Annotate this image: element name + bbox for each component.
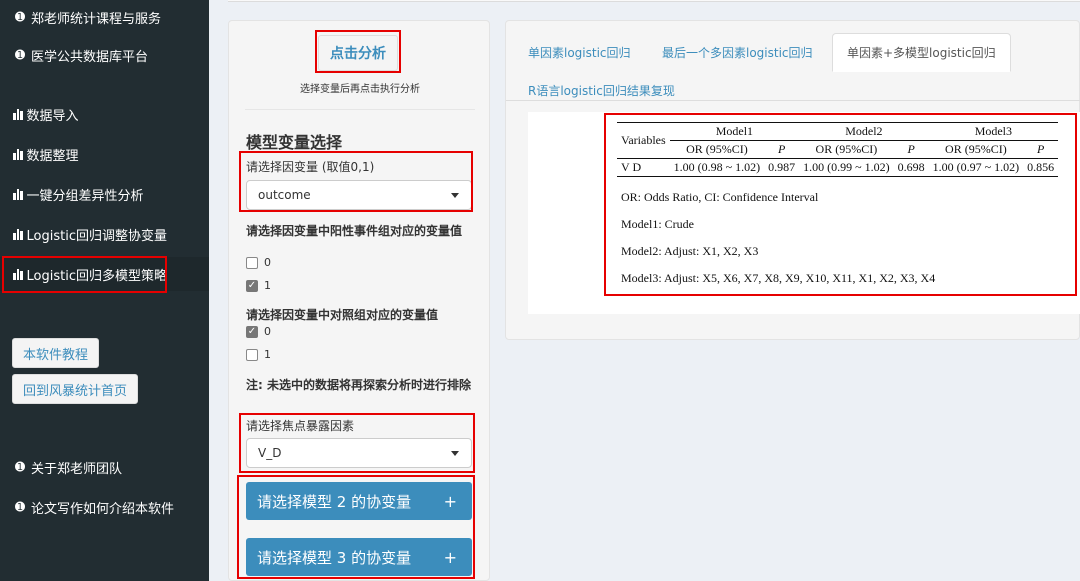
caret-down-icon [451, 451, 459, 456]
positive-option-0[interactable]: 0 [246, 256, 271, 269]
tab-last-multivariate[interactable]: 最后一个多因素logistic回归 [662, 44, 813, 61]
tutorial-button[interactable]: 本软件教程 [12, 338, 100, 368]
or-cell: 1.00 (0.97 ~ 1.02) [928, 158, 1024, 177]
sidebar-item-label: 数据整理 [26, 148, 79, 164]
sidebar-item-data-import[interactable]: 数据导入 [0, 97, 209, 131]
exposure-select[interactable]: V_D [246, 438, 472, 468]
sidebar-item-logistic-adjust[interactable]: Logistic回归调整协变量 [0, 217, 209, 251]
outcome-label: 请选择因变量 (取值0,1) [246, 160, 375, 174]
positive-option-1[interactable]: ✓ 1 [246, 279, 271, 292]
checkbox-checked[interactable]: ✓ [246, 279, 258, 292]
option-label: 0 [264, 325, 271, 338]
circle-info-icon: ➊ [14, 48, 26, 62]
option-label: 1 [264, 279, 271, 292]
checkbox[interactable] [246, 256, 258, 269]
p-header: P [1023, 140, 1059, 159]
sidebar-item-label: 医学公共数据库平台 [31, 49, 149, 65]
circle-info-icon: ➊ [14, 10, 26, 24]
section-title: 模型变量选择 [246, 133, 343, 152]
variable-panel: 点击分析 选择变量后再点击执行分析 模型变量选择 请选择因变量 (取值0,1) … [228, 20, 490, 581]
exposure-value: V_D [258, 446, 282, 460]
variable-cell: V D [617, 158, 670, 177]
p-cell: 0.698 [893, 158, 929, 177]
table-row: V D 1.00 (0.98 ~ 1.02) 0.987 1.00 (0.99 … [617, 158, 1059, 177]
p-cell: 0.987 [764, 158, 800, 177]
exposure-label: 请选择焦点暴露因素 [246, 419, 355, 433]
model2-covariates-button[interactable]: 请选择模型 2 的协变量 + [246, 482, 472, 520]
control-option-1[interactable]: 1 [246, 348, 271, 361]
collapse-label: 请选择模型 2 的协变量 [257, 492, 412, 511]
control-group-label: 请选择因变量中对照组对应的变量值 [246, 308, 439, 322]
sidebar-item-label: 论文写作如何介绍本软件 [31, 501, 175, 517]
option-label: 0 [264, 256, 271, 269]
checkbox-checked[interactable]: ✓ [246, 325, 258, 338]
or-header: OR (95%CI) [669, 140, 765, 159]
model-header: Model3 [928, 122, 1059, 141]
positive-group-label: 请选择因变量中阳性事件组对应的变量值 [246, 224, 463, 238]
model-header: Model1 [669, 122, 800, 141]
circle-info-icon: ➊ [14, 460, 26, 474]
sidebar-item-label: 数据导入 [26, 108, 79, 124]
divider [245, 109, 475, 110]
tab-divider [506, 100, 1080, 101]
variables-header: Variables [617, 122, 670, 159]
sidebar-item-about[interactable]: ➊ 关于郑老师团队 [0, 450, 209, 484]
table-note: Model2: Adjust: X1, X2, X3 [621, 244, 759, 258]
sidebar-item-database[interactable]: ➊ 医学公共数据库平台 [0, 38, 209, 72]
or-header: OR (95%CI) [928, 140, 1024, 159]
table-note: Model3: Adjust: X5, X6, X7, X8, X9, X10,… [621, 271, 936, 285]
sidebar-item-label: Logistic回归调整协变量 [26, 228, 167, 244]
bar-chart-icon [13, 268, 23, 280]
run-analysis-button[interactable]: 点击分析 [318, 35, 398, 71]
or-cell: 1.00 (0.98 ~ 1.02) [669, 158, 765, 177]
plus-icon: + [443, 547, 457, 567]
sidebar-item-data-clean[interactable]: 数据整理 [0, 137, 209, 171]
control-option-0[interactable]: ✓ 0 [246, 325, 271, 338]
p-cell: 0.856 [1023, 158, 1059, 177]
sidebar: ➊ 郑老师统计课程与服务 ➊ 医学公共数据库平台 数据导入 数据整理 一键分组差… [0, 0, 209, 581]
tab-univariate[interactable]: 单因素logistic回归 [528, 44, 631, 61]
outcome-select[interactable]: outcome [246, 180, 472, 210]
p-header: P [893, 140, 929, 159]
run-hint: 选择变量后再点击执行分析 [300, 84, 420, 95]
bar-chart-icon [13, 228, 23, 240]
sidebar-item-course[interactable]: ➊ 郑老师统计课程与服务 [0, 0, 209, 34]
sidebar-item-citation[interactable]: ➊ 论文写作如何介绍本软件 [0, 490, 209, 524]
or-header: OR (95%CI) [799, 140, 894, 159]
sidebar-item-label: Logistic回归多模型策略 [26, 268, 167, 284]
model3-covariates-button[interactable]: 请选择模型 3 的协变量 + [246, 538, 472, 576]
outcome-value: outcome [258, 188, 311, 202]
tab-r-reproduce[interactable]: R语言logistic回归结果复现 [528, 82, 675, 99]
exclusion-note: 注: 未选中的数据将再探索分析时进行排除 [246, 378, 471, 392]
plus-icon: + [443, 491, 457, 511]
caret-down-icon [451, 193, 459, 198]
bar-chart-icon [13, 188, 23, 200]
model-header: Model2 [799, 122, 929, 141]
collapse-label: 请选择模型 3 的协变量 [257, 548, 412, 567]
sidebar-item-group-diff[interactable]: 一键分组差异性分析 [0, 177, 209, 211]
result-table: Variables Model1 Model2 Model3 OR (95%CI… [617, 122, 1059, 177]
results-panel: 单因素logistic回归 最后一个多因素logistic回归 单因素+多模型l… [505, 20, 1080, 340]
table-note: Model1: Crude [621, 217, 694, 231]
bar-chart-icon [13, 148, 23, 160]
sidebar-item-label: 一键分组差异性分析 [26, 188, 144, 204]
bar-chart-icon [13, 108, 23, 120]
p-header: P [764, 140, 800, 159]
sidebar-item-label: 郑老师统计课程与服务 [31, 11, 162, 27]
sidebar-item-logistic-multimodel[interactable]: Logistic回归多模型策略 [0, 257, 209, 291]
checkbox[interactable] [246, 348, 258, 361]
option-label: 1 [264, 348, 271, 361]
circle-info-icon: ➊ [14, 500, 26, 514]
home-button[interactable]: 回到风暴统计首页 [12, 374, 139, 404]
tab-multimodel[interactable]: 单因素+多模型logistic回归 [832, 33, 1011, 72]
sidebar-item-label: 关于郑老师团队 [31, 461, 123, 477]
top-strip [228, 0, 1080, 2]
tab-content: Variables Model1 Model2 Model3 OR (95%CI… [528, 112, 1080, 314]
table-note: OR: Odds Ratio, CI: Confidence Interval [621, 190, 819, 204]
or-cell: 1.00 (0.99 ~ 1.02) [799, 158, 894, 177]
